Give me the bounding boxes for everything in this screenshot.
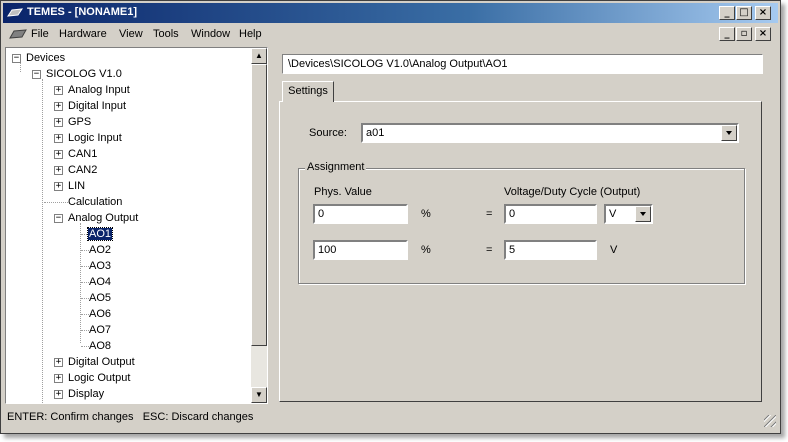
menu-tools[interactable]: Tools [153, 28, 179, 40]
assignment-legend: Assignment [305, 161, 367, 173]
tree-node-ao8[interactable]: AO8 [89, 339, 111, 353]
settings-pane: \Devices\SICOLOG V1.0\Analog Output\AO1 … [276, 47, 770, 404]
mdi-minimize-button[interactable]: _ [719, 27, 735, 41]
tree-scrollbar[interactable]: ▲ ▼ [251, 48, 267, 403]
phys-value-input-max[interactable]: 100 [313, 240, 408, 260]
device-tree-pane: − Devices − SICOLOG V1.0 + Analog Input … [5, 47, 268, 404]
tab-settings[interactable]: Settings [282, 81, 334, 102]
scroll-down-button[interactable]: ▼ [251, 387, 267, 403]
collapse-icon[interactable]: − [54, 214, 63, 223]
tree-node-ao2[interactable]: AO2 [89, 243, 111, 257]
maximize-button[interactable]: □ [736, 6, 752, 20]
menu-help[interactable]: Help [239, 28, 262, 40]
menu-window[interactable]: Window [191, 28, 230, 40]
expand-icon[interactable]: + [54, 86, 63, 95]
document-icon[interactable] [9, 29, 27, 40]
app-icon [7, 8, 23, 17]
phys-value-input-min[interactable]: 0 [313, 204, 408, 224]
collapse-icon[interactable]: − [12, 54, 21, 63]
path-field: \Devices\SICOLOG V1.0\Analog Output\AO1 [282, 54, 763, 74]
tree-node-ao3[interactable]: AO3 [89, 259, 111, 273]
menu-hardware[interactable]: Hardware [59, 28, 107, 40]
voltage-label: Voltage/Duty Cycle (Output) [504, 186, 641, 198]
equals-sign-max: = [486, 244, 493, 256]
phys-unit-max: % [421, 244, 431, 256]
title-bar[interactable]: TEMES - [NONAME1] _ □ × [3, 3, 778, 23]
source-label: Source: [309, 127, 347, 139]
phys-value-label: Phys. Value [314, 186, 372, 198]
device-tree: − Devices − SICOLOG V1.0 + Analog Input … [6, 48, 251, 403]
expand-icon[interactable]: + [54, 102, 63, 111]
close-button[interactable]: × [755, 6, 771, 20]
scroll-thumb[interactable] [251, 64, 267, 346]
main-window: TEMES - [NONAME1] _ □ × File Hardware Vi… [0, 0, 781, 434]
tree-node-ao1[interactable]: AO1 [86, 227, 114, 241]
tree-node-ao4[interactable]: AO4 [89, 275, 111, 289]
menu-view[interactable]: View [119, 28, 143, 40]
resize-grip-icon[interactable] [764, 415, 776, 427]
output-unit-max: V [610, 244, 618, 256]
expand-icon[interactable]: + [54, 390, 63, 399]
tree-node-ao7[interactable]: AO7 [89, 323, 111, 337]
tree-node-ao5[interactable]: AO5 [89, 291, 111, 305]
output-value-input-max[interactable]: 5 [504, 240, 597, 260]
expand-icon[interactable]: + [54, 358, 63, 367]
mdi-close-button[interactable]: × [755, 27, 771, 41]
assignment-group: Assignment Phys. Value Voltage/Duty Cycl… [298, 161, 745, 284]
chevron-down-icon[interactable] [635, 206, 651, 222]
menu-file[interactable]: File [31, 28, 49, 40]
status-bar: ENTER: Confirm changes ESC: Discard chan… [3, 407, 778, 429]
status-text: ENTER: Confirm changes ESC: Discard chan… [7, 411, 254, 423]
settings-panel: Source: a01 Assignment Phys. Value Volta… [279, 101, 762, 402]
menu-bar: File Hardware View Tools Window Help [3, 25, 778, 44]
output-value-input-min[interactable]: 0 [504, 204, 597, 224]
expand-icon[interactable]: + [54, 182, 63, 191]
expand-icon[interactable]: + [54, 150, 63, 159]
collapse-icon[interactable]: − [32, 70, 41, 79]
tree-node-ao6[interactable]: AO6 [89, 307, 111, 321]
mdi-restore-button[interactable]: ▫ [736, 27, 752, 41]
window-title: TEMES - [NONAME1] [27, 6, 137, 18]
chevron-down-icon[interactable] [721, 125, 737, 141]
expand-icon[interactable]: + [54, 134, 63, 143]
phys-unit-min: % [421, 208, 431, 220]
pane-splitter[interactable] [269, 47, 275, 404]
output-unit-select[interactable]: V [604, 204, 653, 224]
expand-icon[interactable]: + [54, 374, 63, 383]
source-select[interactable]: a01 [361, 123, 739, 143]
expand-icon[interactable]: + [54, 166, 63, 175]
minimize-button[interactable]: _ [719, 6, 735, 20]
scroll-up-button[interactable]: ▲ [251, 48, 267, 64]
equals-sign-min: = [486, 208, 493, 220]
expand-icon[interactable]: + [54, 118, 63, 127]
